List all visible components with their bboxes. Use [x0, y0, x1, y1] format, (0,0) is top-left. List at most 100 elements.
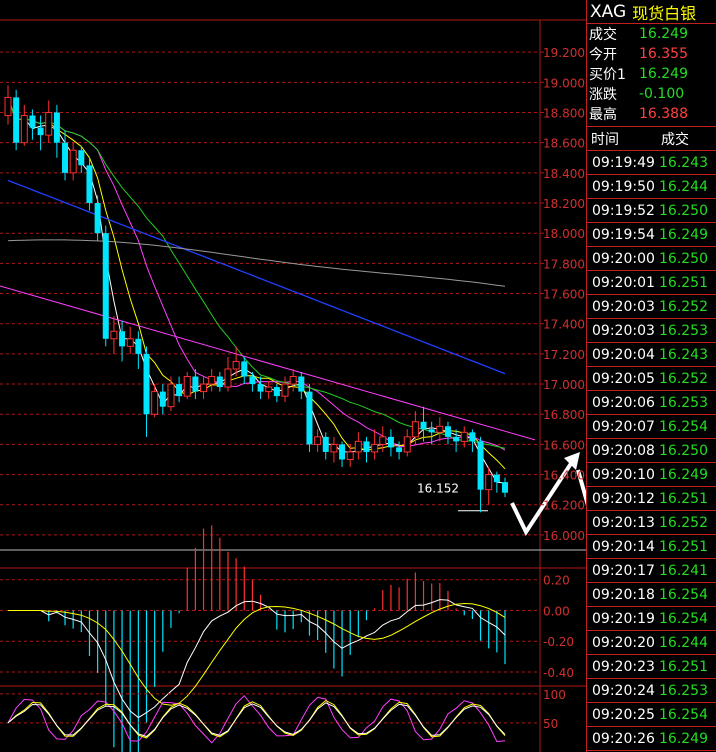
price-tick-label: 18.400 — [543, 167, 585, 181]
tick-row: 09:19:54 16.249 — [587, 223, 716, 247]
price-tick-label: 18.200 — [543, 197, 585, 211]
tick-time: 09:20:23 — [592, 658, 655, 675]
tick-price: 16.251 — [659, 658, 708, 675]
candle-body — [354, 440, 362, 453]
candle-body — [403, 436, 411, 453]
tick-price: 16.253 — [659, 394, 708, 411]
tick-row: 09:20:03 16.253 — [587, 319, 716, 343]
tick-row: 09:20:00 16.250 — [587, 247, 716, 271]
tick-time: 09:20:19 — [592, 610, 655, 627]
candle-body — [346, 451, 354, 460]
tick-list[interactable]: 09:19:49 16.243 09:19:50 16.244 09:19:52 16.2… — [587, 151, 716, 751]
tick-time: 09:20:25 — [592, 706, 655, 723]
price-tick-label: 19.200 — [543, 46, 585, 60]
tick-row: 09:20:03 16.252 — [587, 295, 716, 319]
candle-body — [469, 432, 476, 442]
quote-stat-label: 买价1 — [589, 67, 626, 83]
oscillator-panel: 100 50 — [0, 688, 566, 744]
instrument-header: XAG 现货白银 — [587, 0, 716, 24]
price-tick-label: 19.000 — [543, 76, 585, 90]
tick-time: 09:20:10 — [592, 466, 655, 483]
tick-row: 09:20:12 16.251 — [587, 487, 716, 511]
tick-price: 16.244 — [659, 178, 708, 195]
tick-time: 09:20:20 — [592, 634, 655, 651]
quote-stat-row: 最高 16.388 — [587, 104, 716, 124]
price-axis: 19.200 19.000 18.800 18.600 18.400 18.200 18.0… — [540, 46, 585, 543]
candle-body — [216, 376, 223, 388]
tick-time: 09:20:05 — [592, 370, 655, 387]
instrument-code: XAG — [590, 1, 627, 22]
price-tick-label: 17.000 — [543, 378, 585, 392]
quote-stat-label: 最高 — [589, 107, 617, 123]
price-tick-label: 17.400 — [543, 318, 585, 332]
tick-price: 16.241 — [659, 562, 708, 579]
trend-line — [0, 285, 536, 441]
candle-body — [45, 112, 53, 136]
candle-body — [13, 97, 20, 143]
candle-body — [298, 376, 305, 392]
candle-body — [20, 115, 28, 144]
candle-body — [322, 436, 329, 452]
chart-area[interactable]: 0.20 0.00 -0.20 -0.40 100 50 19.200 19.000 18.… — [0, 0, 586, 752]
price-tick-label: 16.000 — [543, 529, 585, 543]
candle-body — [502, 482, 508, 493]
candle-body — [453, 436, 460, 442]
candle-body — [53, 112, 60, 143]
candle-body — [119, 331, 126, 347]
quote-stat-label: 今开 — [589, 47, 617, 63]
tick-price: 16.249 — [659, 466, 708, 483]
osc-tick-label: 50 — [543, 717, 558, 731]
tick-price: 16.254 — [659, 418, 708, 435]
tick-price: 16.251 — [659, 538, 708, 555]
candle-body — [176, 384, 183, 397]
price-tick-label: 17.800 — [543, 257, 585, 271]
candle-body — [339, 444, 346, 460]
tick-row: 09:20:20 16.244 — [587, 631, 716, 655]
tick-time: 09:20:24 — [592, 682, 655, 699]
tick-time: 09:20:07 — [592, 418, 655, 435]
candle-body — [281, 383, 289, 397]
tick-row: 09:20:24 16.253 — [587, 679, 716, 703]
candle-body — [78, 150, 85, 166]
tick-price: 16.254 — [659, 706, 708, 723]
candle-body — [273, 387, 280, 397]
tick-price: 16.249 — [659, 226, 708, 243]
candle-body — [420, 421, 427, 430]
tick-time: 09:20:06 — [592, 394, 655, 411]
tick-time: 09:20:08 — [592, 442, 655, 459]
candle-body — [192, 376, 199, 392]
price-tick-label: 18.000 — [543, 227, 585, 241]
price-tick-label: 16.400 — [543, 469, 585, 483]
tick-row: 09:19:50 16.244 — [587, 175, 716, 199]
candle-body — [208, 376, 216, 385]
price-tick-label: 18.800 — [543, 107, 585, 121]
candle-body — [86, 165, 93, 204]
quote-stat-row: 涨跌 -0.100 — [587, 84, 716, 104]
tick-time: 09:19:54 — [592, 226, 655, 243]
candle-body — [289, 376, 297, 385]
quote-stats: 成交 16.249 今开 16.355 买价1 16.249 涨跌 -0.100 最高 16.38… — [587, 24, 716, 127]
candlestick-chart[interactable]: 0.20 0.00 -0.20 -0.40 100 50 19.200 19.000 18.… — [0, 0, 586, 752]
candle-body — [493, 474, 500, 483]
macd-tick-label: 0.00 — [543, 604, 570, 618]
tick-time: 09:20:04 — [592, 346, 655, 363]
price-tick-label: 16.600 — [543, 438, 585, 452]
tick-time: 09:19:49 — [592, 154, 655, 171]
tick-time: 09:20:03 — [592, 298, 655, 315]
tick-time: 09:20:03 — [592, 322, 655, 339]
tick-row: 09:20:18 16.254 — [587, 583, 716, 607]
quote-stat-row: 买价1 16.249 — [587, 64, 716, 84]
tick-row: 09:20:01 16.251 — [587, 271, 716, 295]
macd-dif-line — [8, 599, 506, 719]
ticks-header-price: 成交 — [661, 131, 689, 148]
tick-time: 09:20:14 — [592, 538, 655, 555]
candle-body — [159, 391, 166, 407]
candle-body — [69, 149, 77, 174]
macd-tick-label: 0.20 — [543, 574, 570, 588]
candle-body — [306, 391, 313, 445]
tick-row: 09:20:06 16.253 — [587, 391, 716, 415]
candle-body — [183, 376, 191, 397]
tick-row: 09:20:14 16.251 — [587, 535, 716, 559]
tick-row: 09:20:10 16.249 — [587, 463, 716, 487]
quote-stat-value: -0.100 — [639, 86, 685, 102]
